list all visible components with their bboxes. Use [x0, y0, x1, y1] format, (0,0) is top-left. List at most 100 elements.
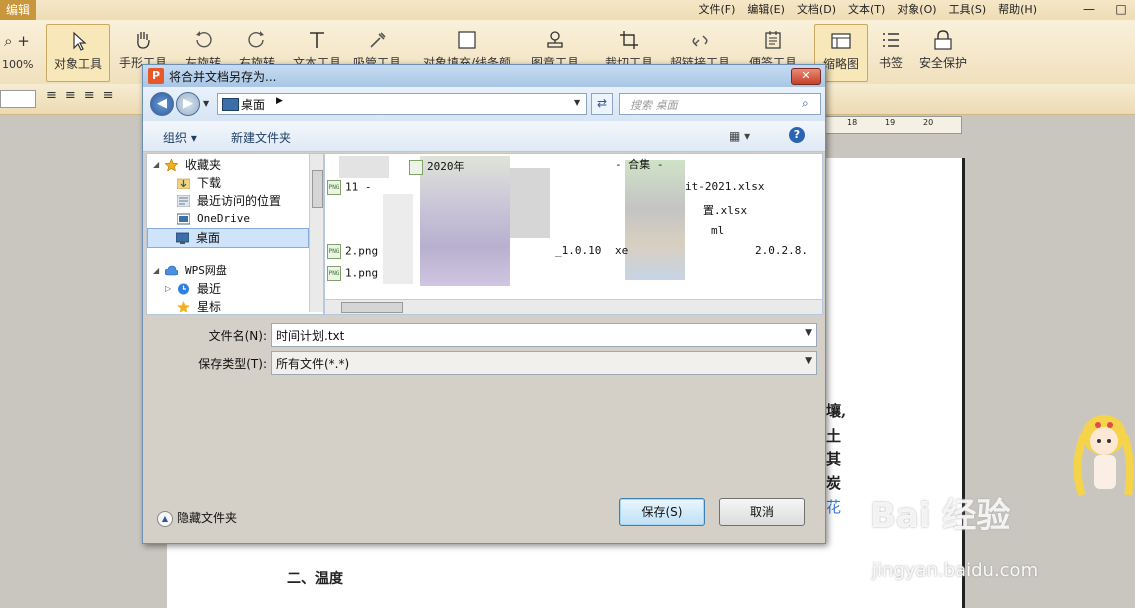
scroll-thumb[interactable] [341, 302, 403, 313]
fill-icon [458, 31, 476, 49]
nav-item-recent[interactable]: ▷ 最近 [147, 280, 307, 298]
menu-object[interactable]: 对象(O) [891, 0, 942, 20]
app-title-bar: 编辑 文件(F) 编辑(E) 文档(D) 文本(T) 对象(O) 工具(S) 帮… [0, 0, 1135, 21]
file-item[interactable]: 置.xlsx [703, 202, 747, 218]
nav-label: OneDrive [197, 212, 250, 225]
file-name: 置.xlsx [703, 204, 748, 217]
file-item[interactable]: xe [615, 244, 628, 257]
expand-icon[interactable]: ◢ [153, 156, 159, 174]
link-icon [692, 35, 708, 47]
filename-value: 时间计划.txt [276, 329, 345, 343]
cancel-button[interactable]: 取消 [719, 498, 805, 526]
rotate-left-icon [196, 31, 212, 48]
nav-label: 收藏夹 [185, 158, 222, 172]
nav-item-onedrive[interactable]: OneDrive [147, 210, 307, 228]
close-button[interactable]: ✕ [791, 68, 821, 85]
forward-arrow-icon: ▶ [183, 96, 193, 111]
menu-help[interactable]: 帮助(H) [992, 0, 1043, 20]
security-button[interactable]: 安全保护 [912, 24, 974, 80]
baidu-watermark-url: jingyan.baidu.com [872, 560, 1039, 581]
thumbnail-icon [831, 33, 851, 49]
object-tool-button[interactable]: 对象工具 [46, 24, 110, 82]
nav-scrollbar[interactable] [309, 154, 323, 312]
file-item[interactable]: - 合集 - [615, 156, 664, 172]
back-button[interactable]: ◀ [150, 92, 174, 116]
app-title: 编辑 [0, 0, 37, 20]
bookmark-icon [883, 33, 899, 47]
file-type-label: 保存类型(T): [198, 357, 267, 371]
minimize-button[interactable]: — [1079, 2, 1099, 18]
forward-button[interactable]: ▶ [176, 92, 200, 116]
obscured-region [510, 168, 550, 238]
filename-field[interactable]: 时间计划.txt ▼ [271, 323, 817, 347]
zoom-control[interactable]: ⌕ + 100% [2, 26, 33, 71]
nav-label: 星标 [197, 300, 222, 312]
nav-label: 最近 [197, 282, 222, 296]
menu-tools[interactable]: 工具(S) [943, 0, 993, 20]
file-type-select[interactable]: 所有文件(*.*) ▼ [271, 351, 817, 375]
search-icon[interactable]: ⌕ [802, 96, 809, 111]
file-item[interactable]: _1.0.10 [555, 244, 601, 257]
menu-document[interactable]: 文档(D) [791, 0, 842, 20]
tool-label: 安全保护 [918, 56, 967, 70]
file-item[interactable]: PNG 11 - [327, 180, 372, 195]
hand-icon [137, 32, 150, 49]
expand-icon[interactable]: ◢ [153, 262, 159, 280]
document-heading: 二、温度 [287, 571, 343, 587]
nav-item-desktop[interactable]: 桌面 [147, 228, 309, 248]
nav-item-downloads[interactable]: 下载 [147, 174, 307, 192]
address-dropdown-icon[interactable]: ▼ [574, 98, 580, 107]
chevron-down-icon[interactable]: ▼ [805, 356, 812, 366]
rotate-right-icon [248, 31, 264, 48]
nav-item-wps-cloud[interactable]: ◢ WPS网盘 [147, 262, 307, 280]
hide-folders-toggle[interactable]: ▲ 隐藏文件夹 [157, 509, 237, 527]
nav-item-starred[interactable]: 星标 [147, 298, 307, 312]
breadcrumb-arrow-icon[interactable]: ▶ [276, 96, 283, 106]
file-name: 2.png [345, 244, 379, 258]
save-as-dialog: P 将合并文档另存为... ✕ ◀ ▶ ▼ 桌面 ▶ ▼ ⇄ 搜索 桌面 ⌕ 组… [142, 64, 826, 544]
maximize-button[interactable]: □ [1111, 2, 1131, 18]
address-box[interactable]: 桌面 ▶ ▼ [217, 93, 587, 115]
desktop-icon [222, 98, 239, 111]
file-item[interactable]: 2.0.2.8. [755, 244, 808, 257]
file-name: 1.png [345, 266, 379, 280]
save-button[interactable]: 保存(S) [619, 498, 705, 526]
new-folder-button[interactable]: 新建文件夹 [231, 129, 291, 146]
nav-label: 桌面 [196, 231, 221, 245]
file-item[interactable]: 2020年 [409, 158, 465, 175]
file-name: 2020年 [427, 160, 465, 173]
menu-text[interactable]: 文本(T) [842, 0, 891, 20]
lock-icon [934, 30, 952, 50]
document-text: 花 [826, 498, 842, 516]
document-text: 土 [826, 427, 842, 445]
menu-edit[interactable]: 编辑(E) [741, 0, 791, 20]
nav-item-favorites[interactable]: ◢ 收藏夹 [147, 156, 307, 174]
file-item[interactable]: PNG 2.png [327, 244, 378, 259]
obscured-region [625, 160, 685, 280]
search-input[interactable]: 搜索 桌面 ⌕ [619, 93, 821, 115]
scroll-thumb[interactable] [312, 170, 323, 208]
help-icon[interactable]: ? [789, 127, 805, 143]
address-breadcrumb[interactable]: 桌面 [241, 96, 265, 113]
organize-button[interactable]: 组织 ▾ [163, 129, 197, 146]
cloud-icon [165, 265, 178, 276]
view-options-icon[interactable]: ▦ ▾ [729, 129, 750, 143]
file-item[interactable]: ml [711, 224, 724, 237]
file-list-pane: PNG 11 - PNG 2.png PNG 1.png 2020年 _1.0.10 … [324, 153, 823, 315]
download-folder-icon [177, 178, 190, 189]
file-name: - 合集 - [615, 158, 664, 171]
dialog-title-bar[interactable]: P 将合并文档另存为... ✕ [143, 65, 825, 87]
history-dropdown-icon[interactable]: ▼ [203, 99, 209, 108]
chevron-down-icon[interactable]: ▼ [805, 328, 812, 338]
file-item[interactable]: PNG 1.png [327, 266, 378, 281]
text-tool-icon [310, 32, 324, 48]
horizontal-scrollbar[interactable] [325, 299, 822, 314]
file-item[interactable]: it-2021.xlsx [685, 180, 764, 193]
nav-item-recent-places[interactable]: 最近访问的位置 [147, 192, 307, 210]
onedrive-icon [177, 213, 190, 225]
expand-icon[interactable]: ▷ [165, 280, 171, 298]
refresh-button[interactable]: ⇄ [591, 93, 613, 115]
menu-file[interactable]: 文件(F) [692, 0, 741, 20]
font-size-select[interactable] [0, 90, 36, 108]
align-icons[interactable]: ≡≡≡≡ [46, 88, 122, 103]
